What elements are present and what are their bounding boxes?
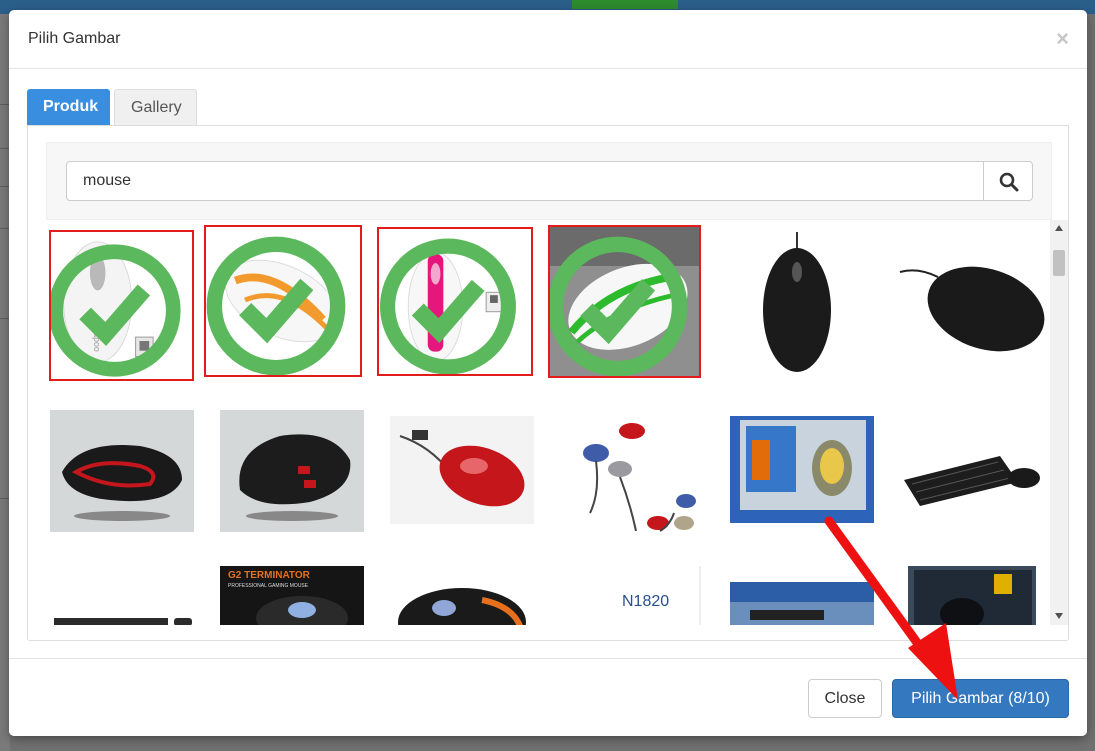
modal-title: Pilih Gambar: [28, 30, 121, 47]
keyboard-box-image: [730, 582, 874, 625]
pilih-gambar-button[interactable]: Pilih Gambar (8/10): [892, 679, 1069, 718]
scroll-thumb[interactable]: [1053, 250, 1065, 276]
g2-label-text: G2 TERMINATOR: [228, 570, 311, 581]
tab-panel: rapoo: [27, 125, 1069, 641]
image-thumb[interactable]: N1820: [560, 566, 704, 625]
image-thumb[interactable]: [730, 416, 874, 523]
black-keyboard-image: [50, 566, 194, 625]
check-icon: [380, 238, 516, 374]
scroll-down-arrow-icon[interactable]: [1055, 613, 1063, 619]
search-button[interactable]: [983, 161, 1033, 201]
check-icon: [550, 236, 688, 376]
retractable-mini-mice-image: [560, 413, 704, 543]
image-thumb[interactable]: [898, 237, 1048, 372]
image-thumb[interactable]: [730, 582, 874, 625]
image-thumb[interactable]: [50, 566, 194, 625]
tab-produk[interactable]: Produk: [27, 89, 110, 125]
image-thumb[interactable]: [908, 566, 1036, 625]
image-thumb[interactable]: [377, 227, 533, 376]
n1820-mouse-image: N1820: [560, 566, 704, 625]
search-bar: [46, 142, 1052, 220]
search-icon: [999, 172, 1019, 192]
image-grid-scrollbar[interactable]: [1050, 220, 1068, 625]
black-red-gaming-mouse-2-image: [220, 410, 364, 532]
boxed-mouse-image: [908, 566, 1036, 625]
image-thumb[interactable]: [50, 410, 194, 532]
modal-header: Pilih Gambar ×: [9, 10, 1087, 69]
image-picker-modal: Pilih Gambar × Produk Gallery r: [9, 10, 1087, 736]
check-icon: [51, 244, 181, 377]
image-thumb[interactable]: [548, 225, 701, 378]
close-button[interactable]: Close: [808, 679, 882, 718]
image-thumb[interactable]: [390, 416, 534, 524]
g2-terminator-gaming-mouse-image: G2 TERMINATOR PROFESSIONAL GAMING MOUSE: [220, 566, 364, 625]
background-nav-item-active: [572, 0, 678, 9]
image-thumb[interactable]: [560, 413, 704, 543]
image-thumb[interactable]: [220, 410, 364, 532]
black-logitech-mouse-top-image: [727, 230, 867, 380]
g2-sub-text: PROFESSIONAL GAMING MOUSE: [228, 583, 309, 589]
image-thumb[interactable]: [727, 230, 867, 380]
image-thumb[interactable]: G2 TERMINATOR PROFESSIONAL GAMING MOUSE: [220, 566, 364, 625]
red-retractable-mouse-image: [390, 416, 534, 524]
image-thumb[interactable]: rapoo: [49, 230, 194, 381]
modal-footer: Close Pilih Gambar (8/10): [9, 658, 1087, 736]
black-orange-gaming-mouse-image: [390, 566, 534, 625]
n1820-label-text: N1820: [622, 593, 669, 610]
image-grid: rapoo G2 TERMINATOR PROFESSIONAL GAMING …: [46, 220, 1050, 625]
image-thumb[interactable]: [390, 566, 534, 625]
close-icon[interactable]: ×: [1056, 26, 1069, 52]
black-logitech-mouse-side-image: [898, 237, 1048, 372]
scroll-up-arrow-icon[interactable]: [1055, 225, 1063, 231]
black-red-gaming-mouse-image: [50, 410, 194, 532]
packaged-mouse-image: [730, 416, 874, 523]
image-thumb[interactable]: [900, 420, 1044, 522]
search-input[interactable]: [66, 161, 984, 201]
check-icon: [206, 236, 346, 375]
keyboard-mouse-combo-image: [900, 420, 1044, 522]
image-thumb[interactable]: [204, 225, 362, 377]
tab-gallery[interactable]: Gallery: [114, 89, 197, 125]
